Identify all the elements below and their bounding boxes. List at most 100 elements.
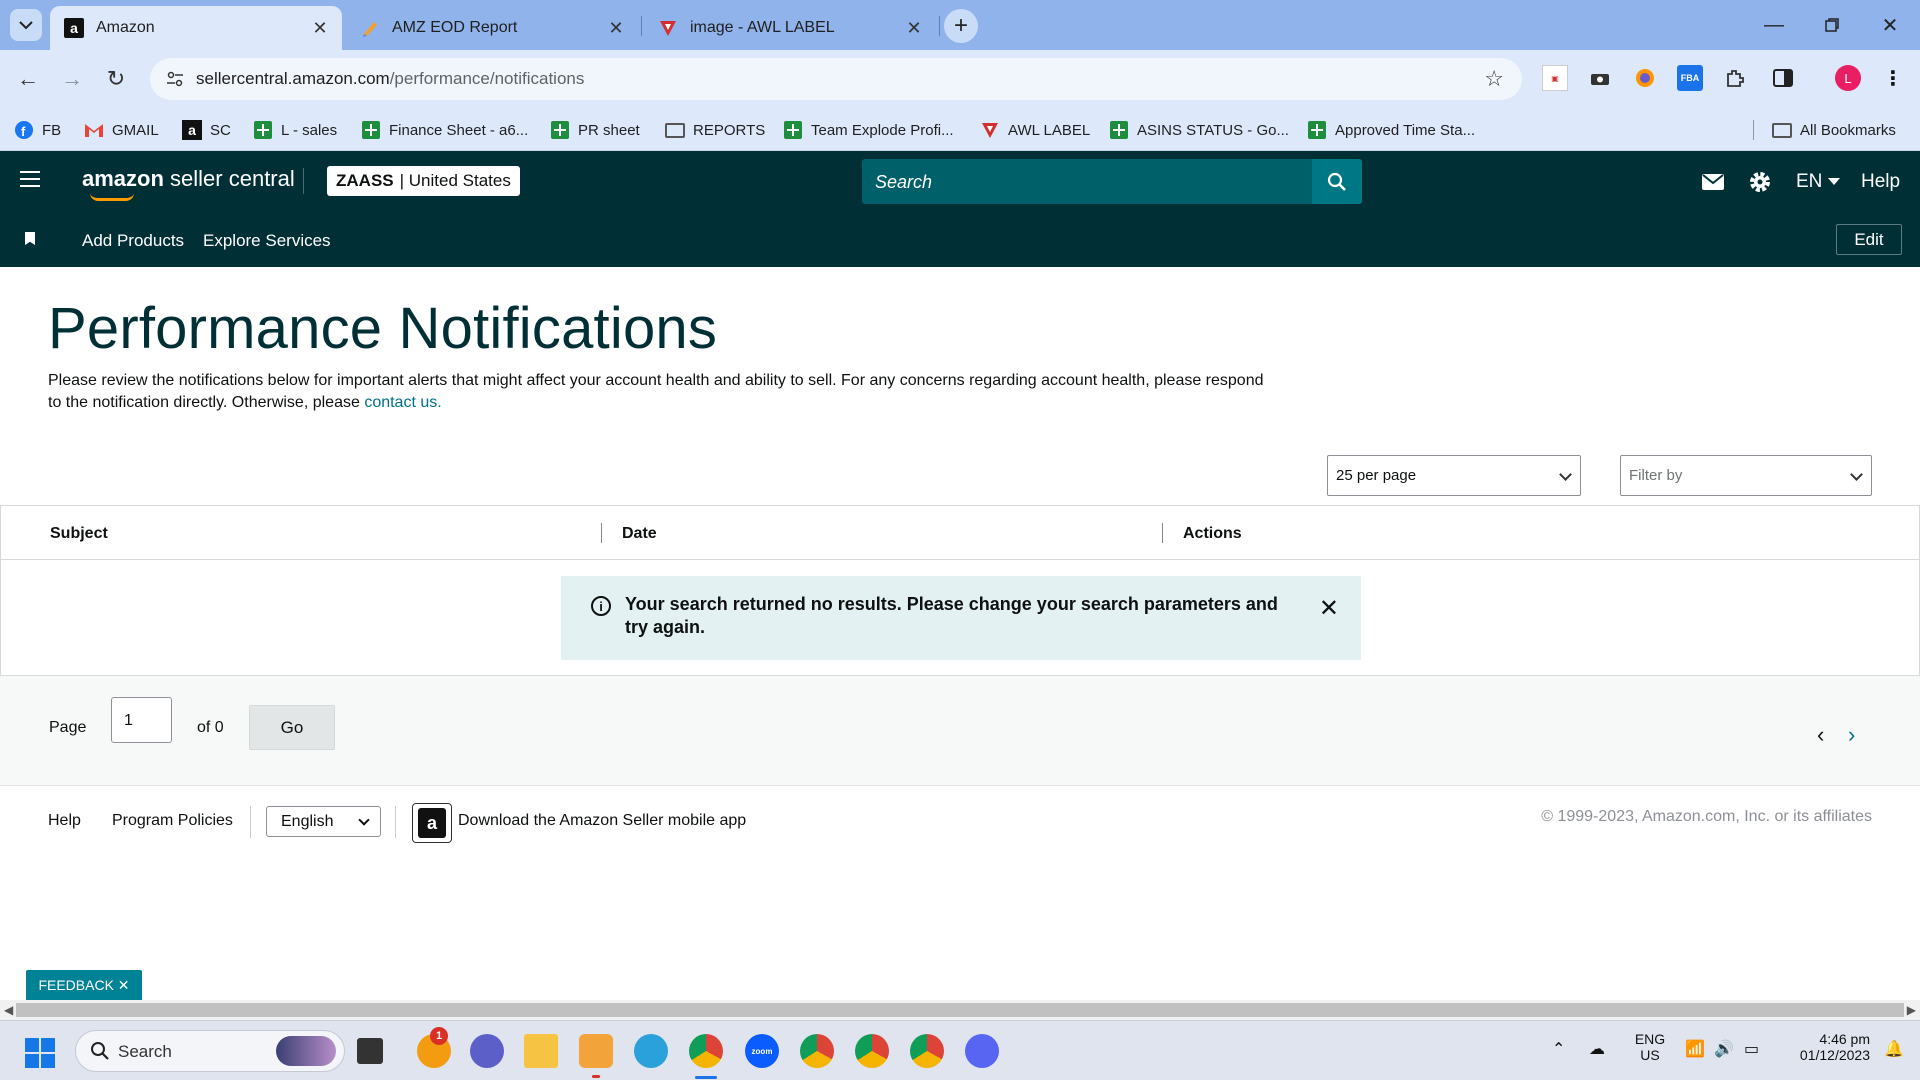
profile-avatar[interactable]: L — [1835, 65, 1861, 91]
browser-toolbar: ← → ↻ sellercentral.amazon.com/performan… — [0, 50, 1920, 108]
bookmark-reports[interactable]: REPORTS — [665, 118, 765, 142]
telegram-icon[interactable] — [634, 1034, 668, 1068]
previous-page-icon[interactable]: ‹ — [1817, 722, 1824, 748]
volume-icon[interactable]: 🔊 — [1714, 1039, 1734, 1059]
battery-icon[interactable]: ▭ — [1744, 1039, 1759, 1059]
go-button[interactable]: Go — [249, 705, 335, 750]
search-input[interactable]: Search — [875, 172, 932, 193]
contact-us-link[interactable]: contact us. — [364, 394, 441, 411]
close-tab-icon[interactable]: ✕ — [308, 16, 332, 40]
settings-gear-icon[interactable] — [1749, 169, 1771, 195]
scrollbar-thumb[interactable] — [16, 1003, 1904, 1017]
onedrive-cloud-icon[interactable]: ☁ — [1589, 1039, 1605, 1059]
column-actions: Actions — [1183, 525, 1242, 542]
close-icon[interactable]: ✕ — [1319, 594, 1339, 623]
input-language[interactable]: ENG US — [1633, 1031, 1667, 1063]
bookmark-gmail[interactable]: GMAIL — [84, 118, 159, 142]
taskbar-search[interactable]: Search — [75, 1030, 345, 1072]
close-tab-icon[interactable]: ✕ — [902, 16, 926, 40]
close-window-button[interactable]: ✕ — [1861, 0, 1919, 50]
sheets-icon — [361, 120, 381, 140]
bookmark-finance-sheet[interactable]: Finance Sheet - a6... — [361, 118, 528, 142]
per-page-select[interactable]: 25 per page — [1327, 455, 1581, 496]
filter-select[interactable]: Filter by — [1620, 455, 1872, 496]
discord-icon[interactable] — [965, 1034, 999, 1068]
minimize-button[interactable]: — — [1745, 0, 1803, 50]
fba-extension-icon[interactable]: FBA — [1677, 65, 1703, 91]
search-button[interactable] — [1312, 159, 1362, 204]
program-policies-link[interactable]: Program Policies — [112, 812, 233, 830]
firefox-like-extension-icon[interactable] — [1632, 65, 1658, 91]
bookmark-fb[interactable]: f FB — [14, 118, 61, 142]
extensions-puzzle-icon[interactable] — [1722, 65, 1748, 91]
bookmark-star-icon[interactable]: ☆ — [1484, 66, 1504, 92]
notifications-bell-icon[interactable]: 🔔 — [1884, 1039, 1904, 1059]
chrome-profile-icon[interactable] — [910, 1034, 944, 1068]
tab-awl-label[interactable]: image - AWL LABEL ✕ — [644, 6, 936, 50]
folder-icon — [1772, 120, 1792, 140]
hamburger-menu-icon[interactable] — [20, 171, 40, 187]
store-selector[interactable]: ZAASS | United States — [327, 166, 520, 196]
address-bar[interactable]: sellercentral.amazon.com/performance/not… — [150, 58, 1522, 100]
side-panel-icon[interactable] — [1770, 65, 1796, 91]
tab-search-button[interactable] — [10, 9, 42, 41]
bookmark-asins-status[interactable]: ASINS STATUS - Go... — [1109, 118, 1289, 142]
language-selector[interactable]: EN — [1796, 169, 1841, 195]
edit-button[interactable]: Edit — [1836, 224, 1902, 255]
task-view-icon[interactable] — [357, 1038, 383, 1064]
column-subject[interactable]: Subject — [50, 525, 108, 543]
column-date[interactable]: Date — [622, 525, 657, 543]
horizontal-scrollbar[interactable]: ◀ ▶ — [0, 1000, 1920, 1020]
all-bookmarks[interactable]: All Bookmarks — [1772, 118, 1896, 142]
new-tab-button[interactable]: + — [944, 9, 978, 43]
help-link[interactable]: Help — [1861, 169, 1900, 195]
site-info-icon[interactable] — [164, 68, 186, 90]
add-products-link[interactable]: Add Products — [82, 231, 184, 251]
teams-icon[interactable] — [470, 1034, 504, 1068]
camera-extension-icon[interactable] — [1587, 65, 1613, 91]
download-app-link[interactable]: Download the Amazon Seller mobile app — [458, 812, 746, 830]
bookmark-pr-sheet[interactable]: PR sheet — [550, 118, 640, 142]
clock[interactable]: 4:46 pm 01/12/2023 — [1780, 1031, 1870, 1063]
bookmark-awl-label[interactable]: AWL LABEL — [980, 118, 1090, 142]
scroll-left-icon[interactable]: ◀ — [4, 1003, 13, 1017]
bookmark-approved-time[interactable]: Approved Time Sta... — [1307, 118, 1475, 142]
chrome-menu-icon[interactable]: ⋮ — [1880, 65, 1906, 91]
footer-language-select[interactable]: English — [266, 806, 381, 837]
reload-button[interactable]: ↻ — [100, 63, 132, 95]
feedback-button[interactable]: FEEDBACK ✕ — [26, 970, 142, 1000]
wifi-icon[interactable]: 📶 — [1685, 1039, 1705, 1059]
extension-icon[interactable]: ▣ — [1542, 65, 1568, 91]
close-tab-icon[interactable]: ✕ — [604, 16, 628, 40]
chrome-profile-icon[interactable] — [800, 1034, 834, 1068]
amazon-app-icon[interactable]: a — [412, 803, 452, 843]
bookmark-l-sales[interactable]: L - sales — [253, 118, 337, 142]
show-hidden-icons-icon[interactable]: ⌃ — [1552, 1039, 1565, 1059]
app-mascot-icon[interactable] — [579, 1034, 613, 1068]
file-explorer-icon[interactable] — [524, 1034, 558, 1068]
tab-amazon[interactable]: a Amazon ✕ — [50, 6, 342, 50]
mail-icon[interactable] — [1702, 169, 1724, 195]
footer-help-link[interactable]: Help — [48, 812, 81, 830]
seller-search-box[interactable]: Search — [862, 159, 1362, 204]
amazon-seller-central-logo[interactable]: amazon seller central — [82, 166, 295, 201]
chrome-icon[interactable] — [689, 1034, 723, 1068]
back-button[interactable]: ← — [12, 63, 44, 95]
bookmark-sc[interactable]: a SC — [182, 118, 231, 142]
page-number-input[interactable]: 1 — [111, 697, 172, 743]
explore-services-link[interactable]: Explore Services — [203, 231, 331, 251]
chevron-down-icon — [1559, 468, 1572, 481]
tab-amz-eod-report[interactable]: AMZ EOD Report ✕ — [346, 6, 638, 50]
next-page-icon[interactable]: › — [1848, 722, 1855, 748]
windows-start-icon[interactable] — [25, 1038, 55, 1068]
chrome-profile-icon[interactable] — [855, 1034, 889, 1068]
scroll-right-icon[interactable]: ▶ — [1907, 1003, 1916, 1017]
gmail-icon — [84, 120, 104, 140]
bookmark-flag-icon[interactable] — [25, 232, 35, 245]
zoom-icon[interactable]: zoom — [745, 1034, 779, 1068]
page-count-label: of 0 — [197, 719, 224, 736]
restore-button[interactable] — [1803, 0, 1861, 50]
chevron-down-icon — [1850, 468, 1863, 481]
bookmark-team-explode[interactable]: Team Explode Profi... — [783, 118, 954, 142]
forward-button[interactable]: → — [56, 63, 88, 95]
